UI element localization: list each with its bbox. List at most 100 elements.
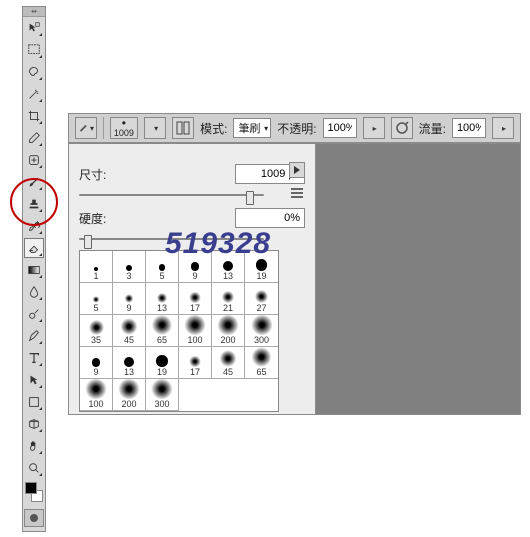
preset-label: 9 bbox=[126, 303, 131, 313]
brush-preset-3-hard[interactable]: 3 bbox=[113, 251, 146, 283]
brush-preset-5-hard[interactable]: 5 bbox=[146, 251, 179, 283]
foreground-color[interactable] bbox=[25, 482, 37, 494]
toolbox: •• bbox=[22, 6, 46, 532]
brush-preset-300-soft[interactable]: 300 bbox=[146, 379, 179, 411]
brush-preset-19-hard[interactable]: 19 bbox=[146, 347, 179, 379]
preset-label: 3 bbox=[126, 271, 131, 281]
color-swatches[interactable] bbox=[24, 481, 44, 503]
quick-mask-button[interactable] bbox=[24, 509, 44, 527]
mode-value: 筆刷 bbox=[238, 120, 260, 136]
tool-marquee[interactable] bbox=[24, 40, 44, 60]
hardness-input[interactable] bbox=[235, 208, 305, 228]
brush-size-display: 1009 bbox=[114, 128, 134, 138]
tool-move[interactable] bbox=[24, 18, 44, 38]
preset-label: 5 bbox=[159, 271, 164, 281]
tool-brush[interactable] bbox=[24, 172, 44, 192]
tool-crop[interactable] bbox=[24, 106, 44, 126]
brush-preset-17-soft[interactable]: 17 bbox=[179, 347, 212, 379]
hardness-value[interactable] bbox=[240, 209, 300, 227]
tool-history-brush[interactable] bbox=[24, 216, 44, 236]
opacity-value[interactable] bbox=[328, 119, 352, 137]
flow-value[interactable] bbox=[457, 119, 481, 137]
tool-dodge[interactable] bbox=[24, 304, 44, 324]
brush-preset-9-hard[interactable]: 9 bbox=[80, 347, 113, 379]
brush-preset-9-hard[interactable]: 9 bbox=[179, 251, 212, 283]
hardness-slider[interactable] bbox=[79, 238, 264, 240]
preset-label: 100 bbox=[187, 335, 202, 345]
preset-label: 19 bbox=[157, 367, 167, 377]
tool-preset-button[interactable]: ▾ bbox=[75, 117, 97, 139]
tool-eraser[interactable] bbox=[24, 238, 44, 258]
brush-panel-toggle[interactable] bbox=[172, 117, 194, 139]
tool-path-select[interactable] bbox=[24, 370, 44, 390]
opacity-dropdown[interactable]: ▸ bbox=[363, 117, 385, 139]
preset-label: 45 bbox=[223, 367, 233, 377]
brush-preset-1-hard[interactable]: 1 bbox=[80, 251, 113, 283]
brush-preset-45-soft[interactable]: 45 bbox=[113, 315, 146, 347]
mode-select[interactable]: 筆刷▾ bbox=[233, 118, 271, 138]
preset-label: 200 bbox=[220, 335, 235, 345]
brush-preset-17-soft[interactable]: 17 bbox=[179, 283, 212, 315]
tool-eyedropper[interactable] bbox=[24, 128, 44, 148]
brush-preset-21-soft[interactable]: 21 bbox=[212, 283, 245, 315]
preset-label: 17 bbox=[190, 367, 200, 377]
panel-flyout-button[interactable] bbox=[289, 162, 305, 178]
tool-zoom[interactable] bbox=[24, 458, 44, 478]
tool-gradient[interactable] bbox=[24, 260, 44, 280]
preset-label: 45 bbox=[124, 335, 134, 345]
brush-preset-65-soft[interactable]: 65 bbox=[245, 347, 278, 379]
tool-hand[interactable] bbox=[24, 436, 44, 456]
brush-preset-45-soft[interactable]: 45 bbox=[212, 347, 245, 379]
brush-preset-200-soft[interactable]: 200 bbox=[212, 315, 245, 347]
preset-label: 27 bbox=[256, 303, 266, 313]
brush-preset-grid: 1359131959131721273545651002003009131917… bbox=[79, 250, 279, 412]
tool-lasso[interactable] bbox=[24, 62, 44, 82]
tool-3d[interactable] bbox=[24, 414, 44, 434]
canvas-area[interactable] bbox=[316, 143, 521, 415]
panel-menu-button[interactable] bbox=[289, 186, 305, 200]
preset-label: 65 bbox=[256, 367, 266, 377]
brush-preset-13-soft[interactable]: 13 bbox=[146, 283, 179, 315]
tool-blur[interactable] bbox=[24, 282, 44, 302]
tool-type[interactable] bbox=[24, 348, 44, 368]
tool-healing[interactable] bbox=[24, 150, 44, 170]
tool-wand[interactable] bbox=[24, 84, 44, 104]
preset-label: 200 bbox=[121, 399, 136, 409]
preset-label: 21 bbox=[223, 303, 233, 313]
brush-preset-13-hard[interactable]: 13 bbox=[113, 347, 146, 379]
brush-preset-13-hard[interactable]: 13 bbox=[212, 251, 245, 283]
hardness-slider-thumb[interactable] bbox=[84, 235, 92, 249]
brush-preset-27-soft[interactable]: 27 bbox=[245, 283, 278, 315]
brush-preset-300-soft[interactable]: 300 bbox=[245, 315, 278, 347]
opacity-label: 不透明: bbox=[277, 120, 316, 137]
size-label: 尺寸: bbox=[79, 166, 129, 183]
flow-input[interactable] bbox=[452, 118, 486, 138]
toolbox-grip[interactable]: •• bbox=[23, 7, 45, 17]
brush-preset-9-soft[interactable]: 9 bbox=[113, 283, 146, 315]
preset-label: 100 bbox=[88, 399, 103, 409]
opacity-input[interactable] bbox=[323, 118, 357, 138]
brush-preset-100-soft[interactable]: 100 bbox=[80, 379, 113, 411]
size-slider-thumb[interactable] bbox=[246, 191, 254, 205]
brush-preset-5-soft[interactable]: 5 bbox=[80, 283, 113, 315]
flow-label: 流量: bbox=[419, 120, 446, 137]
brush-preset-35-soft[interactable]: 35 bbox=[80, 315, 113, 347]
preset-label: 1 bbox=[93, 271, 98, 281]
brush-preset-200-soft[interactable]: 200 bbox=[113, 379, 146, 411]
brush-preset-19-hard[interactable]: 19 bbox=[245, 251, 278, 283]
brush-preset-100-soft[interactable]: 100 bbox=[179, 315, 212, 347]
tool-pen[interactable] bbox=[24, 326, 44, 346]
preset-label: 65 bbox=[157, 335, 167, 345]
brush-preview-button[interactable]: • 1009 bbox=[110, 117, 138, 139]
size-slider[interactable] bbox=[79, 194, 264, 196]
flow-dropdown[interactable]: ▸ bbox=[492, 117, 514, 139]
preset-label: 5 bbox=[93, 303, 98, 313]
pressure-opacity-button[interactable] bbox=[391, 117, 413, 139]
mode-label: 模式: bbox=[200, 120, 227, 137]
tool-shape[interactable] bbox=[24, 392, 44, 412]
brush-preset-65-soft[interactable]: 65 bbox=[146, 315, 179, 347]
preset-label: 300 bbox=[154, 399, 169, 409]
preset-label: 35 bbox=[91, 335, 101, 345]
tool-stamp[interactable] bbox=[24, 194, 44, 214]
brush-preview-dropdown[interactable]: ▾ bbox=[144, 117, 166, 139]
